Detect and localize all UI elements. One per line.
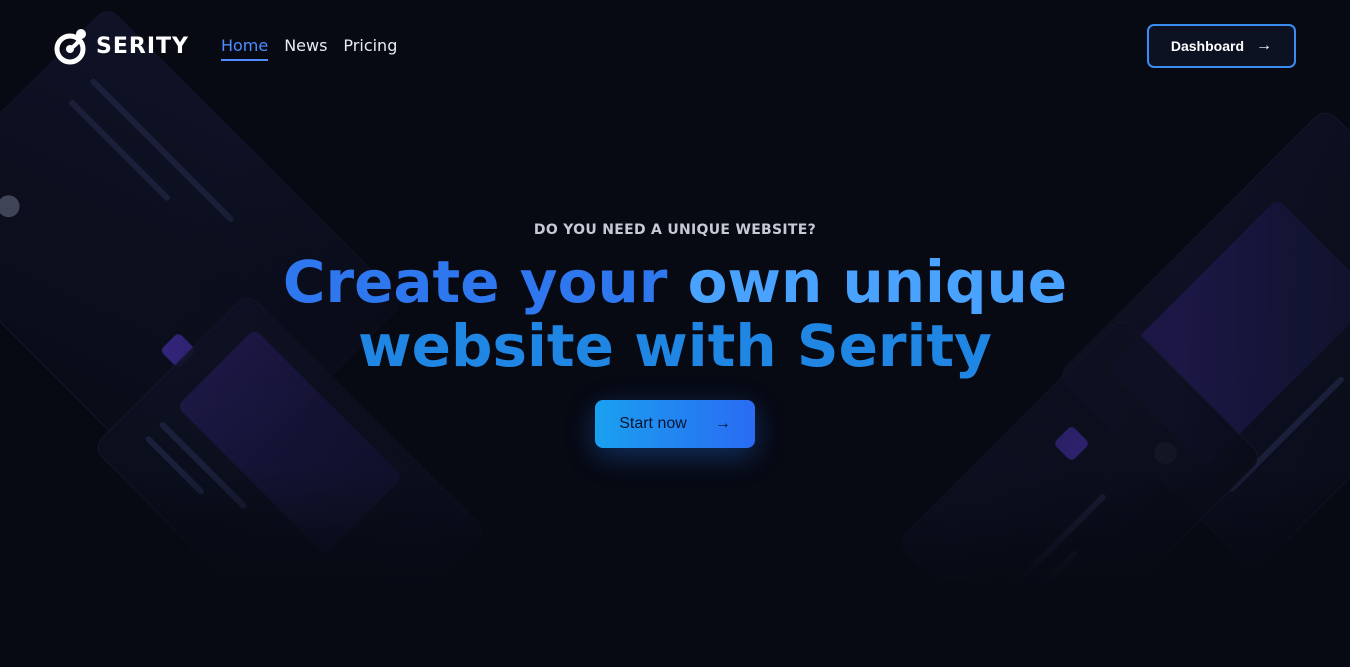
headline-part-1: Create your [282, 248, 668, 316]
arrow-right-icon: → [714, 415, 731, 432]
brand-name: SERITY [96, 33, 189, 59]
start-now-button[interactable]: Start now → [595, 400, 755, 448]
start-now-label: Start now [619, 415, 687, 432]
hero-headline: Create your own unique website with Seri… [0, 250, 1350, 378]
hero-section: DO YOU NEED A UNIQUE WEBSITE? Create you… [0, 222, 1350, 448]
serity-logo-icon [54, 29, 86, 65]
nav-item-news[interactable]: News [284, 32, 327, 61]
main-nav: Home News Pricing [220, 32, 397, 61]
dashboard-button-label: Dashboard [1170, 38, 1244, 54]
arrow-right-icon: → [1256, 37, 1272, 54]
brand-logo[interactable]: SERITY [54, 27, 189, 65]
nav-item-home[interactable]: Home [220, 32, 269, 61]
top-navbar: SERITY Home News Pricing Dashboard → [0, 0, 1350, 92]
headline-line-2: website with Serity [358, 312, 992, 380]
headline-part-2: own unique [687, 248, 1068, 316]
nav-item-pricing[interactable]: Pricing [343, 32, 397, 61]
dashboard-button[interactable]: Dashboard → [1146, 24, 1296, 68]
hero-eyebrow: DO YOU NEED A UNIQUE WEBSITE? [533, 222, 817, 238]
